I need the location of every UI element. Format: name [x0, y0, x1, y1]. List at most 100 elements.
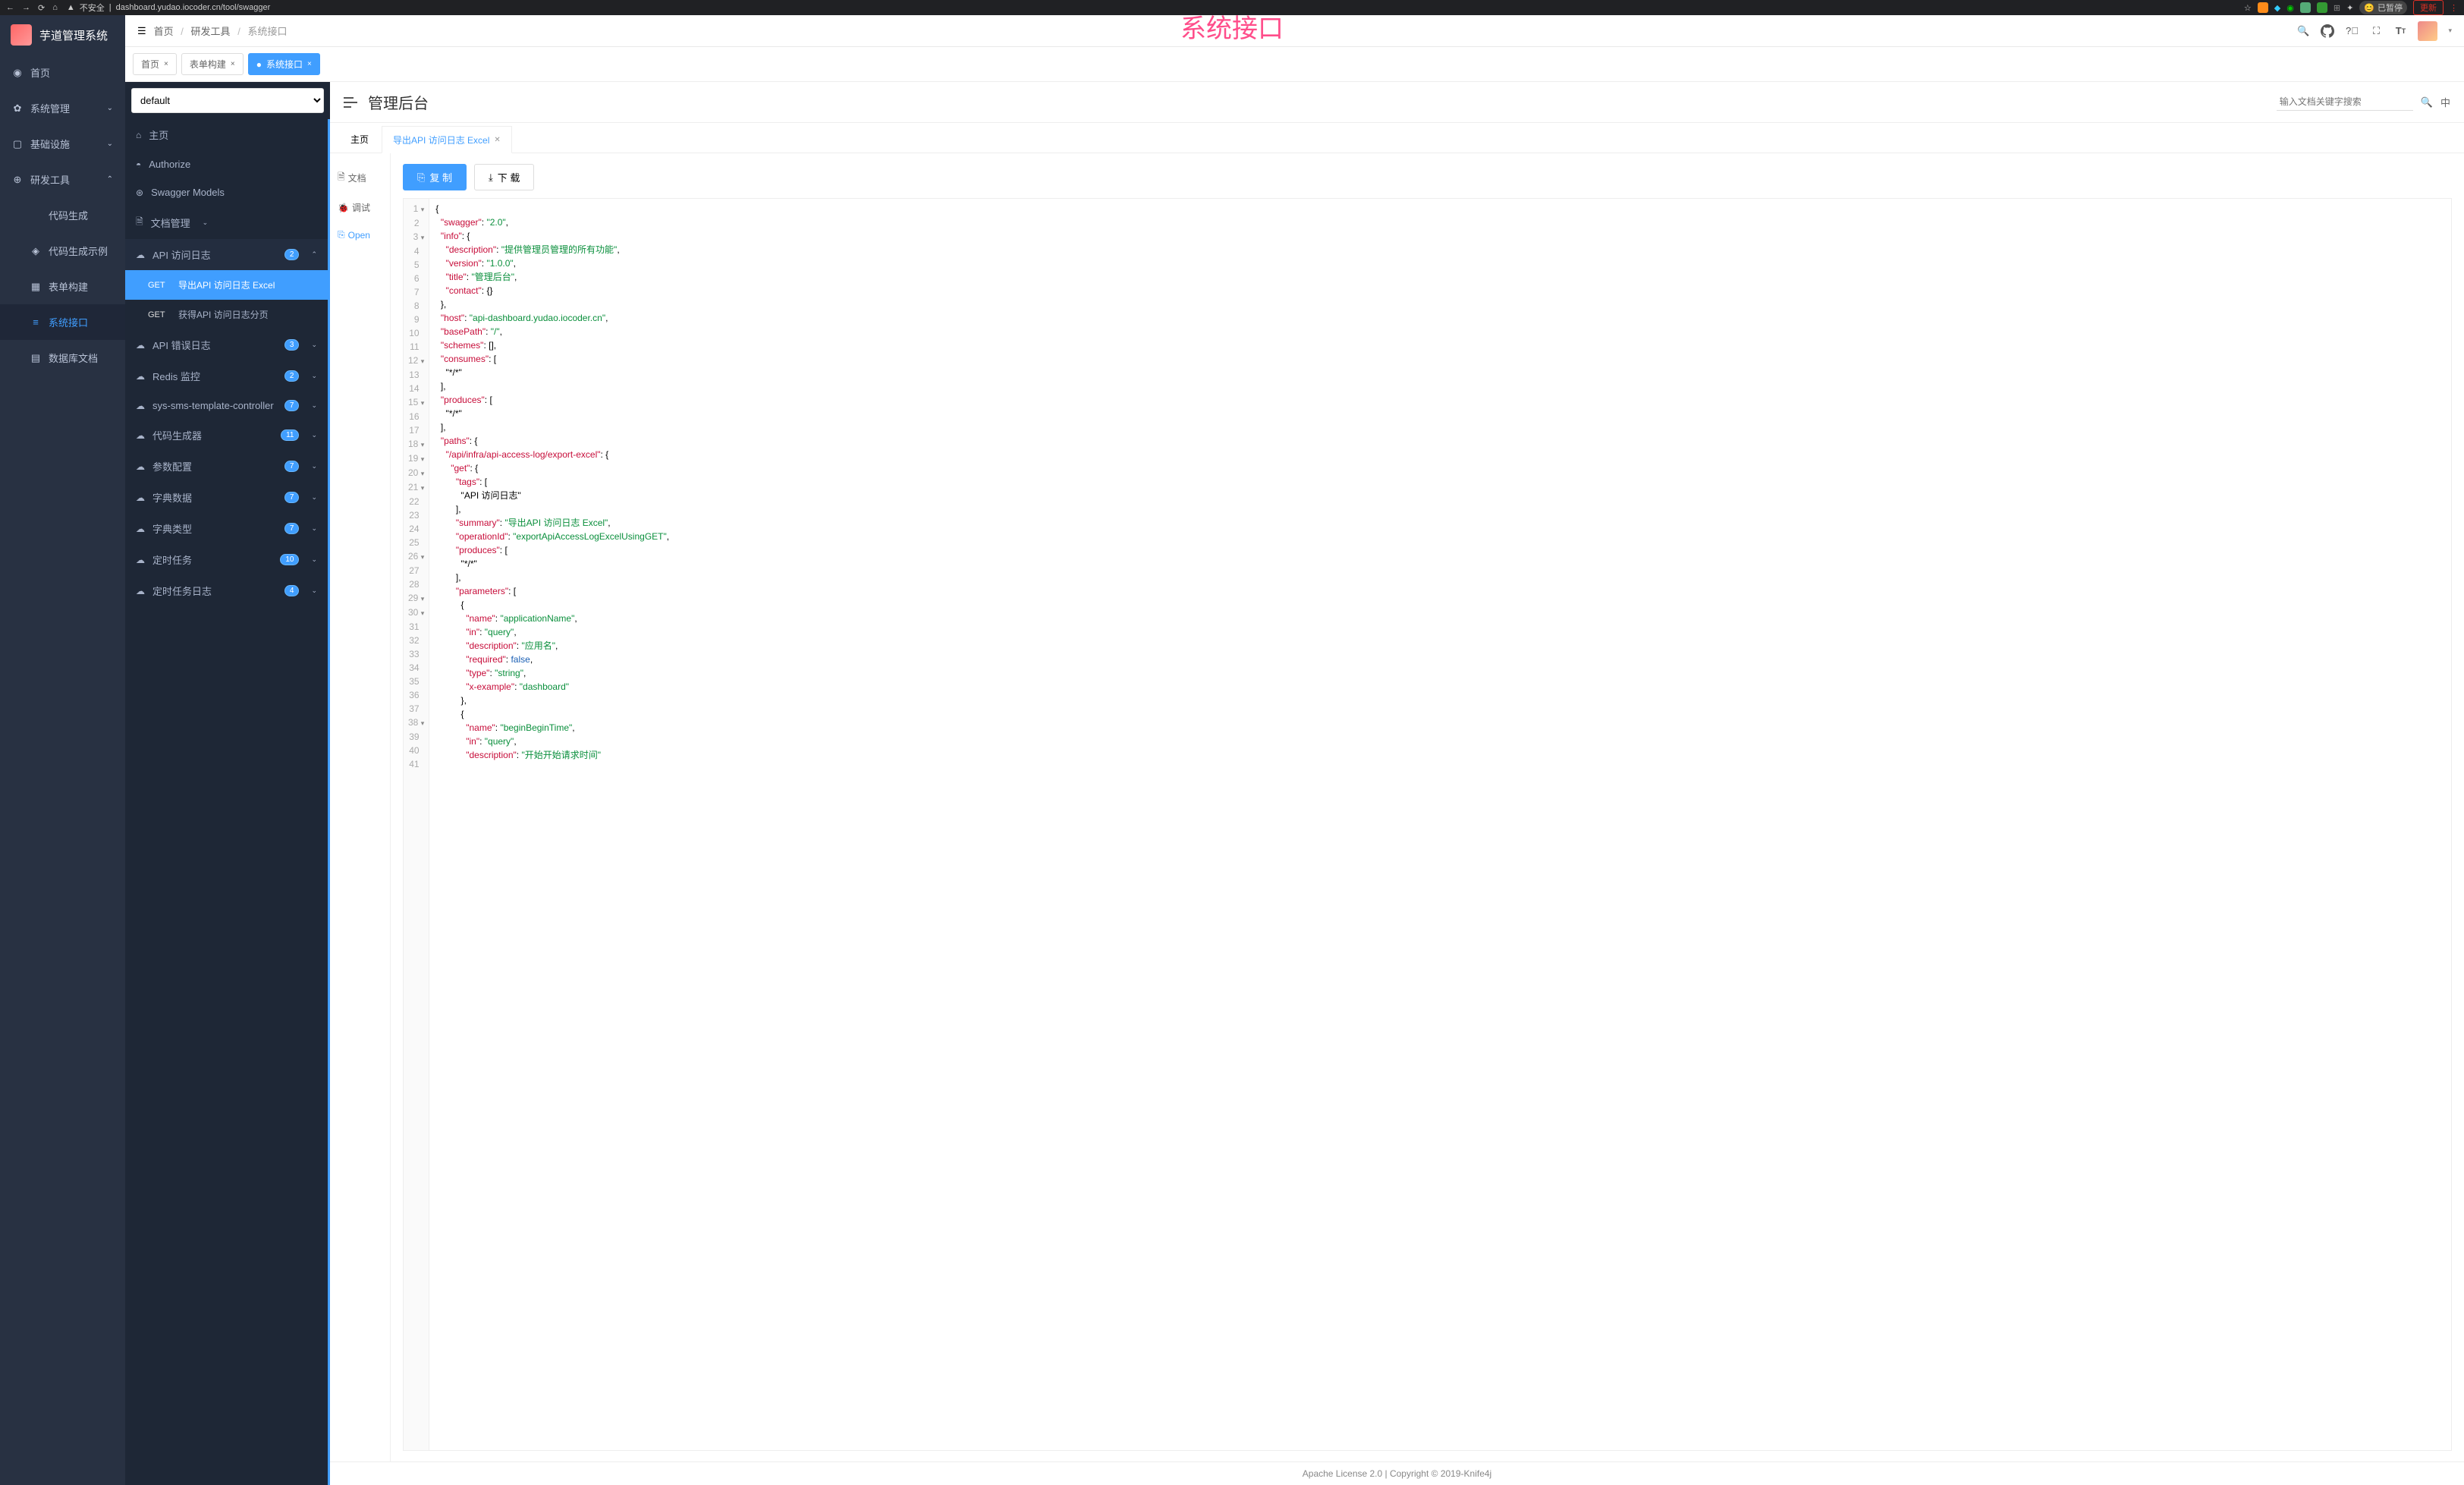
- chevron-icon: ⌄: [311, 372, 317, 380]
- page-tab[interactable]: 表单构建×: [181, 53, 244, 75]
- menu-icon: ▦: [30, 281, 41, 293]
- download-button[interactable]: ⤓下 载: [474, 164, 534, 190]
- reload-icon[interactable]: ⟳: [38, 3, 45, 13]
- menu-label: 基础设施: [30, 137, 70, 151]
- help-icon[interactable]: ?⃝: [2345, 24, 2359, 38]
- api-endpoint[interactable]: GET导出API 访问日志 Excel: [125, 270, 328, 300]
- close-icon[interactable]: ×: [164, 60, 168, 68]
- ext-icon[interactable]: [2317, 2, 2327, 13]
- menu-icon: ✿: [12, 102, 23, 115]
- url-bar[interactable]: ▲ 不安全 | dashboard.yudao.iocoder.cn/tool/…: [67, 2, 2235, 14]
- main-menu: ◉首页✿系统管理⌄▢基础设施⌄⊕研发工具⌃代码生成◈代码生成示例 ▦ 表单构建 ≡ 系统…: [0, 55, 125, 376]
- doc-nav-open[interactable]: ⎘Open: [335, 222, 385, 248]
- menu-icon: ◈: [30, 245, 41, 257]
- code-body: { "swagger": "2.0", "info": { "descripti…: [429, 199, 2451, 1450]
- breadcrumb: 首页 / 研发工具 / 系统接口: [154, 24, 288, 38]
- top-header: ☰ 首页 / 研发工具 / 系统接口 🔍 ?⃝ ⛶ TT ▾: [125, 15, 2464, 47]
- page-title: 管理后台: [368, 91, 429, 113]
- insecure-label: 不安全: [80, 2, 105, 14]
- collapse-icon[interactable]: ☰: [137, 25, 146, 37]
- api-group[interactable]: ☁字典类型7⌄: [125, 513, 328, 544]
- user-dropdown-icon[interactable]: ▾: [2448, 27, 2452, 35]
- search-icon[interactable]: 🔍: [2296, 24, 2310, 38]
- page-tab[interactable]: 首页×: [133, 53, 177, 75]
- close-icon[interactable]: ×: [307, 60, 312, 68]
- api-label: Swagger Models: [151, 187, 225, 198]
- api-group[interactable]: ☁参数配置7⌄: [125, 451, 328, 482]
- chevron-icon: ⌄: [311, 524, 317, 533]
- api-group[interactable]: ☁API 错误日志3⌄: [125, 329, 328, 360]
- api-group[interactable]: ☁字典数据7⌄: [125, 482, 328, 513]
- api-group[interactable]: ◓Authorize: [125, 150, 328, 178]
- page-tab[interactable]: ●系统接口×: [248, 53, 320, 75]
- logo[interactable]: 芋道管理系统: [0, 15, 125, 55]
- doc-tab-home[interactable]: 主页: [339, 126, 380, 153]
- search-input[interactable]: [2277, 93, 2413, 111]
- menu-item[interactable]: ◈代码生成示例: [0, 233, 125, 269]
- star-icon[interactable]: ☆: [2244, 3, 2252, 13]
- back-icon[interactable]: ←: [6, 3, 14, 13]
- avatar[interactable]: [2418, 21, 2437, 41]
- menu-item[interactable]: ◉首页: [0, 55, 125, 90]
- overlay-title: 系统接口: [1180, 8, 1284, 45]
- crumb-home[interactable]: 首页: [154, 26, 174, 37]
- api-endpoint[interactable]: GET获得API 访问日志分页: [125, 300, 328, 329]
- api-label: 导出API 访问日志 Excel: [178, 278, 275, 291]
- home-icon[interactable]: ⌂: [52, 3, 58, 13]
- paused-pill[interactable]: 😊 已暂停: [2359, 1, 2407, 14]
- api-group[interactable]: ☁定时任务日志4⌄: [125, 575, 328, 606]
- doc-nav-doc[interactable]: 🗎文档: [335, 162, 385, 193]
- menu-item[interactable]: ✿系统管理⌄: [0, 90, 125, 126]
- line-gutter: 1 ▾2 3 ▾4 5 6 7 8 9 10 11 12 ▾13 14 15 ▾…: [404, 199, 429, 1450]
- search-submit-icon[interactable]: 🔍: [2421, 96, 2433, 109]
- api-group[interactable]: ☁sys-sms-template-controller7⌄: [125, 392, 328, 420]
- group-select[interactable]: default: [131, 88, 324, 113]
- fontsize-icon[interactable]: TT: [2393, 24, 2407, 38]
- menu-label: 系统接口: [49, 315, 88, 329]
- ext-icon[interactable]: [2300, 2, 2311, 13]
- api-group[interactable]: ⊛Swagger Models: [125, 178, 328, 206]
- update-button[interactable]: 更新: [2413, 0, 2444, 15]
- api-label: 定时任务: [152, 552, 192, 567]
- menu-icon[interactable]: ⋮: [2450, 3, 2458, 13]
- api-label: Authorize: [149, 159, 190, 170]
- group-icon: ☁: [136, 371, 145, 382]
- crumb-tools[interactable]: 研发工具: [191, 26, 231, 37]
- fullscreen-icon[interactable]: ⛶: [2369, 24, 2383, 38]
- lang-toggle[interactable]: 中: [2440, 95, 2450, 109]
- ext-icon[interactable]: ◉: [2286, 3, 2294, 13]
- api-group[interactable]: ☁定时任务10⌄: [125, 544, 328, 575]
- chevron-icon: ⌄: [311, 341, 317, 349]
- menu-item[interactable]: ▢基础设施⌄: [0, 126, 125, 162]
- doc-tab-current[interactable]: 导出API 访问日志 Excel ✕: [382, 126, 512, 153]
- ext-icon[interactable]: ◆: [2274, 3, 2280, 13]
- menu-item[interactable]: ≡ 系统接口: [0, 304, 125, 340]
- github-icon[interactable]: [2321, 24, 2334, 38]
- count-badge: 3: [284, 339, 300, 351]
- menu-item[interactable]: ▦ 表单构建: [0, 269, 125, 304]
- http-method: GET: [148, 310, 171, 319]
- menu-icon: ≡: [30, 316, 41, 328]
- api-group[interactable]: ☁代码生成器11⌄: [125, 420, 328, 451]
- menu-item[interactable]: 代码生成: [0, 197, 125, 233]
- api-group[interactable]: ⌂主页: [125, 119, 328, 150]
- logo-text: 芋道管理系统: [39, 27, 108, 43]
- close-icon[interactable]: ×: [231, 60, 235, 68]
- menu-item[interactable]: ⊕研发工具⌃: [0, 162, 125, 197]
- collapse-api-sidebar-icon[interactable]: [344, 97, 357, 108]
- api-group[interactable]: ☁API 访问日志2⌃: [125, 239, 328, 270]
- close-icon[interactable]: ✕: [494, 136, 500, 144]
- api-group[interactable]: 🗎文档管理⌄: [125, 206, 328, 239]
- ext-icon[interactable]: [2258, 2, 2268, 13]
- puzzle-icon[interactable]: ✦: [2346, 3, 2353, 13]
- doc-nav-debug[interactable]: 🐞调试: [335, 193, 385, 222]
- crumb-current: 系统接口: [247, 26, 287, 37]
- forward-icon[interactable]: →: [22, 3, 30, 13]
- ext-icon[interactable]: ⊞: [2334, 3, 2340, 13]
- menu-label: 表单构建: [49, 279, 88, 294]
- api-group[interactable]: ☁Redis 监控2⌄: [125, 360, 328, 392]
- url-text: dashboard.yudao.iocoder.cn/tool/swagger: [116, 3, 271, 12]
- copy-button[interactable]: ⎘复 制: [403, 164, 467, 190]
- code-editor[interactable]: 1 ▾2 3 ▾4 5 6 7 8 9 10 11 12 ▾13 14 15 ▾…: [403, 198, 2452, 1451]
- menu-item[interactable]: ▤数据库文档: [0, 340, 125, 376]
